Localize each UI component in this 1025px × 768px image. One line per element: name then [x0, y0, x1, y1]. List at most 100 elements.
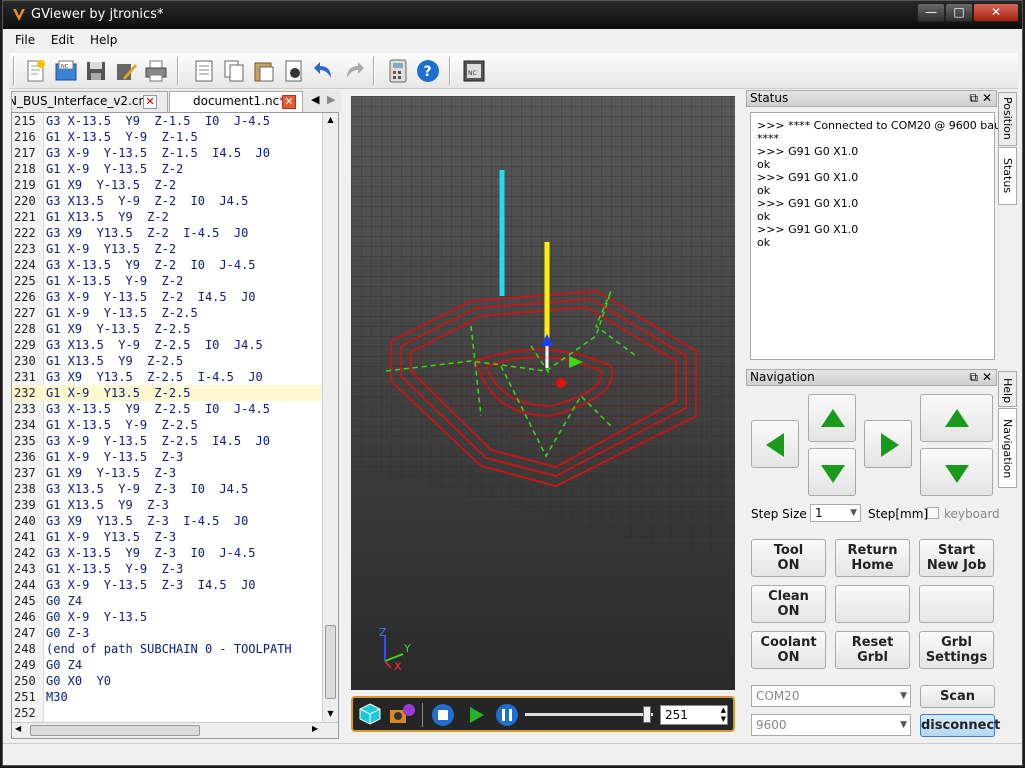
copy-icon[interactable] — [221, 58, 247, 84]
empty-button[interactable] — [835, 585, 910, 623]
stop-icon[interactable] — [431, 703, 455, 727]
tab-position[interactable]: Position — [998, 92, 1017, 146]
code-line[interactable]: 244 G3 X-9 Y-13.5 Z-3 I4.5 J0 — [12, 577, 324, 593]
grbl-settings-button[interactable]: Grbl Settings — [919, 631, 994, 669]
code-line[interactable]: 243 G1 X-13.5 Y-9 Z-3 — [12, 561, 324, 577]
line-slider[interactable] — [525, 706, 653, 723]
scroll-left-icon[interactable]: ◀ — [15, 724, 21, 733]
open-nc-icon[interactable]: NC — [53, 58, 79, 84]
code-line[interactable]: 252 — [12, 705, 324, 721]
tab-scroll-left-icon[interactable]: ◀ — [311, 93, 319, 106]
tab-document1[interactable]: document1.nc* ✕ — [169, 91, 303, 112]
code-line[interactable]: 229 G3 X13.5 Y-9 Z-2.5 I0 J4.5 — [12, 337, 324, 353]
code-line[interactable]: 215 G3 X-13.5 Y9 Z-1.5 I0 J-4.5 — [12, 113, 324, 129]
code-line[interactable]: 223 G1 X-9 Y13.5 Z-2 — [12, 241, 324, 257]
scroll-down-icon[interactable]: ▼ — [325, 707, 336, 721]
code-line[interactable]: 233 G3 X-13.5 Y9 Z-2.5 I0 J-4.5 — [12, 401, 324, 417]
scan-button[interactable]: Scan — [920, 685, 995, 708]
code-line[interactable]: 241 G1 X-9 Y13.5 Z-3 — [12, 529, 324, 545]
nc-screen-icon[interactable]: NC — [461, 58, 487, 84]
close-button[interactable]: ✕ — [973, 3, 1019, 22]
view-cube-icon[interactable] — [358, 702, 382, 726]
code-line[interactable]: 235 G3 X-9 Y-13.5 Z-2.5 I4.5 J0 — [12, 433, 324, 449]
code-line[interactable]: 218 G1 X-9 Y-13.5 Z-2 — [12, 161, 324, 177]
code-line[interactable]: 225 G1 X-13.5 Y-9 Z-2 — [12, 273, 324, 289]
code-line[interactable]: 250 G0 X0 Y0 — [12, 673, 324, 689]
hscrollbar-thumb[interactable] — [30, 725, 200, 736]
close-tab-icon[interactable]: ✕ — [282, 95, 296, 109]
float-icon[interactable]: ⧉ — [969, 91, 978, 106]
jog-y-minus-button[interactable] — [808, 448, 856, 496]
close-panel-icon[interactable]: ✕ — [982, 91, 992, 106]
code-line[interactable]: 234 G1 X-13.5 Y-9 Z-2.5 — [12, 417, 324, 433]
code-line[interactable]: 219 G1 X9 Y-13.5 Z-2 — [12, 177, 324, 193]
reset-grbl-button[interactable]: Reset Grbl — [835, 631, 910, 669]
tab-status[interactable]: Status — [998, 147, 1017, 205]
new-file-icon[interactable] — [23, 58, 49, 84]
save-as-icon[interactable] — [113, 58, 139, 84]
camera-icon[interactable] — [388, 702, 416, 726]
keyboard-checkbox[interactable] — [927, 507, 939, 519]
baud-select[interactable]: 9600 ▼ — [751, 714, 911, 736]
spin-arrows-icon[interactable]: ▲ ▼ — [721, 706, 726, 724]
code-line[interactable]: 226 G3 X-9 Y-13.5 Z-2 I4.5 J0 — [12, 289, 324, 305]
tool-on-button[interactable]: Tool ON — [751, 539, 826, 577]
empty-button[interactable] — [919, 585, 994, 623]
scrollbar-thumb[interactable] — [325, 625, 336, 699]
code-line[interactable]: 245 G0 Z4 — [12, 593, 324, 609]
code-line[interactable]: 246 G0 X-9 Y-13.5 — [12, 609, 324, 625]
tab-scroll-right-icon[interactable]: ▶ — [327, 93, 335, 106]
redo-icon[interactable] — [341, 58, 367, 84]
pause-icon[interactable] — [495, 703, 519, 727]
vertical-scrollbar[interactable]: ▲ ▼ — [322, 113, 338, 723]
return-home-button[interactable]: Return Home — [835, 539, 910, 577]
code-line[interactable]: 247 G0 Z-3 — [12, 625, 324, 641]
code-line[interactable]: 251 M30 — [12, 689, 324, 705]
code-line[interactable]: 224 G3 X-13.5 Y9 Z-2 I0 J-4.5 — [12, 257, 324, 273]
code-line[interactable]: 230 G1 X13.5 Y9 Z-2.5 — [12, 353, 324, 369]
close-tab-icon[interactable]: ✕ — [143, 95, 157, 109]
menu-edit[interactable]: Edit — [45, 31, 80, 49]
code-line[interactable]: 220 G3 X13.5 Y-9 Z-2 I0 J4.5 — [12, 193, 324, 209]
document-icon[interactable] — [191, 58, 217, 84]
undo-icon[interactable] — [311, 58, 337, 84]
minimize-button[interactable]: — — [917, 3, 945, 22]
code-line[interactable]: 242 G3 X-13.5 Y9 Z-3 I0 J-4.5 — [12, 545, 324, 561]
tab-navigation[interactable]: Navigation — [998, 408, 1017, 488]
coolant-on-button[interactable]: Coolant ON — [751, 631, 826, 669]
close-panel-icon[interactable]: ✕ — [982, 370, 992, 385]
scroll-up-icon[interactable]: ▲ — [325, 113, 336, 127]
code-line[interactable]: 238 G3 X13.5 Y-9 Z-3 I0 J4.5 — [12, 481, 324, 497]
jog-y-plus-button[interactable] — [808, 394, 856, 442]
tab-n-bus-interface[interactable]: N_BUS_Interface_v2.cnc ✕ — [11, 91, 168, 112]
3d-viewport[interactable]: Z Y X — [351, 96, 735, 690]
code-line[interactable]: 240 G3 X9 Y13.5 Z-3 I-4.5 J0 — [12, 513, 324, 529]
help-icon[interactable]: ? — [415, 58, 441, 84]
tab-help[interactable]: Help — [998, 371, 1017, 407]
float-icon[interactable]: ⧉ — [969, 370, 978, 385]
find-icon[interactable] — [281, 58, 307, 84]
start-new-job-button[interactable]: Start New Job — [919, 539, 994, 577]
code-line[interactable]: 236 G1 X-9 Y-13.5 Z-3 — [12, 449, 324, 465]
code-line[interactable]: 248 (end of path SUBCHAIN 0 - TOOLPATH — [12, 641, 324, 657]
horizontal-scrollbar[interactable]: ◀ ▶ — [12, 722, 338, 738]
code-line[interactable]: 237 G1 X9 Y-13.5 Z-3 — [12, 465, 324, 481]
jog-x-plus-button[interactable] — [864, 420, 912, 468]
save-icon[interactable] — [83, 58, 109, 84]
jog-x-minus-button[interactable] — [751, 420, 799, 468]
code-line[interactable]: 228 G1 X9 Y-13.5 Z-2.5 — [12, 321, 324, 337]
code-line[interactable]: 221 G1 X13.5 Y9 Z-2 — [12, 209, 324, 225]
calculator-icon[interactable] — [385, 58, 411, 84]
code-line[interactable]: 216 G1 X-13.5 Y-9 Z-1.5 — [12, 129, 324, 145]
code-line[interactable]: 249 G0 Z4 — [12, 657, 324, 673]
code-line[interactable]: 231 G3 X9 Y13.5 Z-2.5 I-4.5 J0 — [12, 369, 324, 385]
code-line[interactable]: 222 G3 X9 Y13.5 Z-2 I-4.5 J0 — [12, 225, 324, 241]
menu-file[interactable]: File — [9, 31, 41, 49]
play-icon[interactable] — [465, 703, 487, 727]
port-select[interactable]: COM20 ▼ — [751, 685, 911, 707]
code-line[interactable]: 227 G1 X-9 Y-13.5 Z-2.5 — [12, 305, 324, 321]
gcode-editor[interactable]: 215 G3 X-13.5 Y9 Z-1.5 I0 J-4.5 216 G1 X-13… — [11, 112, 339, 739]
clean-on-button[interactable]: Clean ON — [751, 585, 826, 623]
scroll-right-icon[interactable]: ▶ — [312, 724, 318, 733]
print-icon[interactable] — [143, 58, 169, 84]
